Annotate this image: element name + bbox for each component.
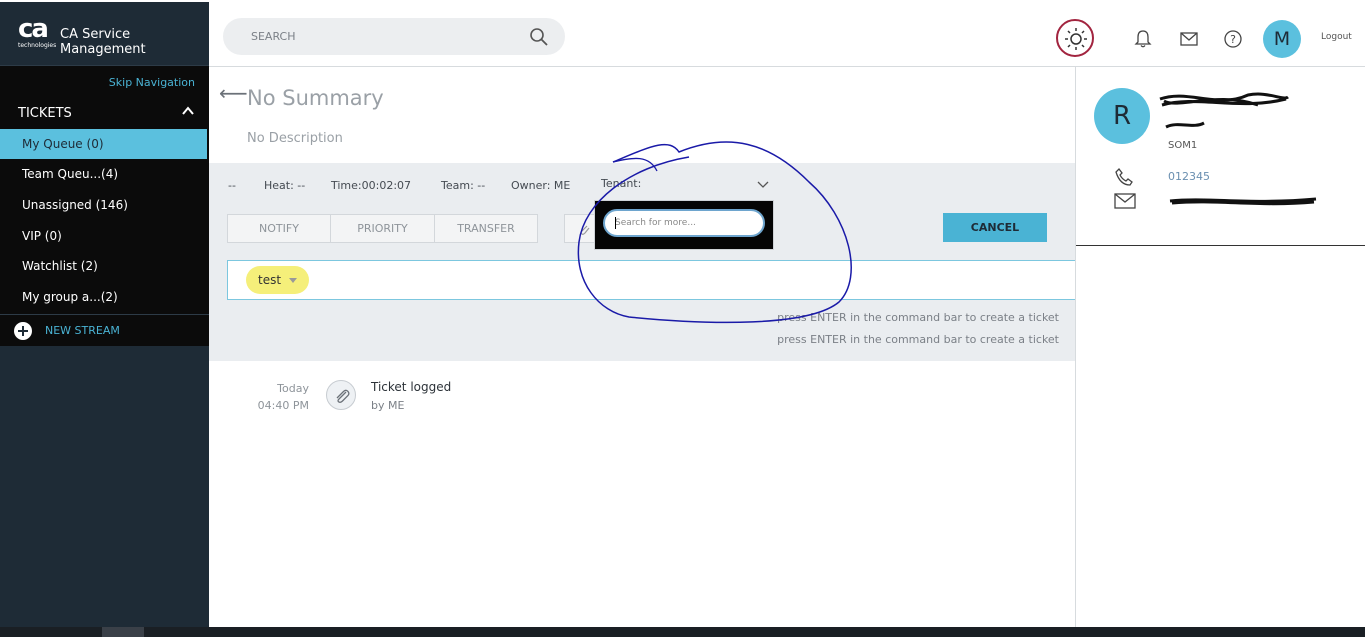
contact-divider [1076, 245, 1365, 246]
sun-icon [1065, 28, 1087, 50]
sidebar-item-my-queue[interactable]: My Queue (0) [0, 129, 207, 159]
meta-time: Time:00:02:07 [331, 179, 412, 192]
sidebar-item-my-group[interactable]: My group a...(2) [0, 282, 209, 312]
search-input[interactable]: SEARCH [223, 18, 565, 55]
command-tag[interactable]: test [246, 266, 310, 294]
tickets-section-header[interactable]: TICKETS [0, 98, 209, 128]
os-taskbar [0, 627, 1365, 637]
new-stream-button[interactable]: NEW STREAM [0, 314, 209, 346]
top-bar: SEARCH ? M Logout [209, 2, 1365, 67]
meta-team[interactable]: Team: -- [441, 179, 485, 192]
app-title: CA Service Management [60, 27, 146, 57]
meta-owner[interactable]: Owner: ME [511, 179, 570, 192]
app-window: ca technologies CA Service Management Sk… [0, 0, 1365, 637]
activity-icon [326, 380, 356, 410]
command-hint: press ENTER in the command bar to create… [777, 333, 1059, 346]
sidebar: ca technologies CA Service Management Sk… [0, 2, 209, 627]
command-bar[interactable]: test [227, 260, 1076, 300]
transfer-button[interactable]: TRANSFER [434, 214, 538, 243]
theme-toggle-button[interactable] [1056, 19, 1094, 57]
bell-icon[interactable] [1133, 29, 1153, 49]
logo-area: ca technologies CA Service Management [0, 2, 209, 66]
command-hint: press ENTER in the command bar to create… [777, 311, 1059, 324]
meta-dash: -- [228, 179, 236, 192]
ticket-detail-panel: -- Heat: -- Time:00:02:07 Team: -- Owner… [209, 163, 1076, 361]
contact-site: SOM1 [1168, 140, 1198, 151]
search-placeholder: SEARCH [251, 30, 296, 43]
phone-icon [1115, 168, 1133, 186]
taskbar-item[interactable] [102, 627, 144, 637]
sidebar-item-watchlist[interactable]: Watchlist (2) [0, 251, 209, 281]
sidebar-item-team-queue[interactable]: Team Queu...(4) [0, 159, 209, 189]
activity-time: 04:40 PM [257, 399, 309, 412]
mail-icon[interactable] [1179, 29, 1199, 49]
ca-logo-sub: technologies [18, 42, 57, 49]
paperclip-icon [580, 225, 590, 235]
sidebar-item-unassigned[interactable]: Unassigned (146) [0, 190, 209, 220]
ca-logo: ca [18, 14, 49, 44]
ticket-description[interactable]: No Description [247, 131, 343, 146]
redacted-email-scribble [1169, 197, 1317, 206]
activity-day: Today [277, 382, 309, 395]
ticket-summary[interactable]: No Summary [247, 86, 384, 110]
svg-text:?: ? [1230, 33, 1236, 46]
command-tag-label: test [258, 273, 282, 287]
search-icon[interactable] [529, 27, 549, 47]
contact-phone[interactable]: 012345 [1168, 170, 1210, 183]
user-avatar[interactable]: M [1263, 20, 1301, 58]
chevron-up-icon[interactable] [181, 104, 195, 118]
notify-button[interactable]: NOTIFY [227, 214, 331, 243]
redacted-name-scribble [1159, 92, 1289, 129]
activity-title: Ticket logged [371, 380, 452, 394]
tenant-dropdown: Search for more... [594, 200, 774, 250]
activity-timestamp: Today 04:40 PM [249, 380, 309, 414]
priority-button[interactable]: PRIORITY [330, 214, 435, 243]
new-stream-label: NEW STREAM [45, 324, 120, 337]
paperclip-icon [336, 389, 350, 403]
chevron-down-icon[interactable] [757, 181, 769, 189]
logout-link[interactable]: Logout [1321, 32, 1352, 42]
mail-icon [1114, 193, 1136, 209]
caret-down-icon[interactable] [289, 278, 298, 283]
back-arrow-icon[interactable]: ⟵ [219, 81, 248, 105]
contact-panel: R SOM1 012345 [1075, 67, 1365, 627]
meta-heat[interactable]: Heat: -- [264, 179, 305, 192]
contact-avatar: R [1094, 88, 1150, 144]
plus-icon [14, 322, 32, 340]
cancel-button[interactable]: CANCEL [943, 213, 1047, 242]
tenant-select[interactable]: Tenant: [601, 177, 641, 190]
help-icon[interactable]: ? [1223, 29, 1243, 49]
skip-navigation-link[interactable]: Skip Navigation [109, 76, 195, 89]
sidebar-item-vip[interactable]: VIP (0) [0, 221, 209, 251]
ticket-main: ⟵ No Summary No Description -- Heat: -- … [209, 67, 1076, 627]
activity-by: by ME [371, 399, 405, 412]
tenant-search-input[interactable]: Search for more... [603, 209, 765, 237]
tickets-label: TICKETS [18, 106, 72, 121]
